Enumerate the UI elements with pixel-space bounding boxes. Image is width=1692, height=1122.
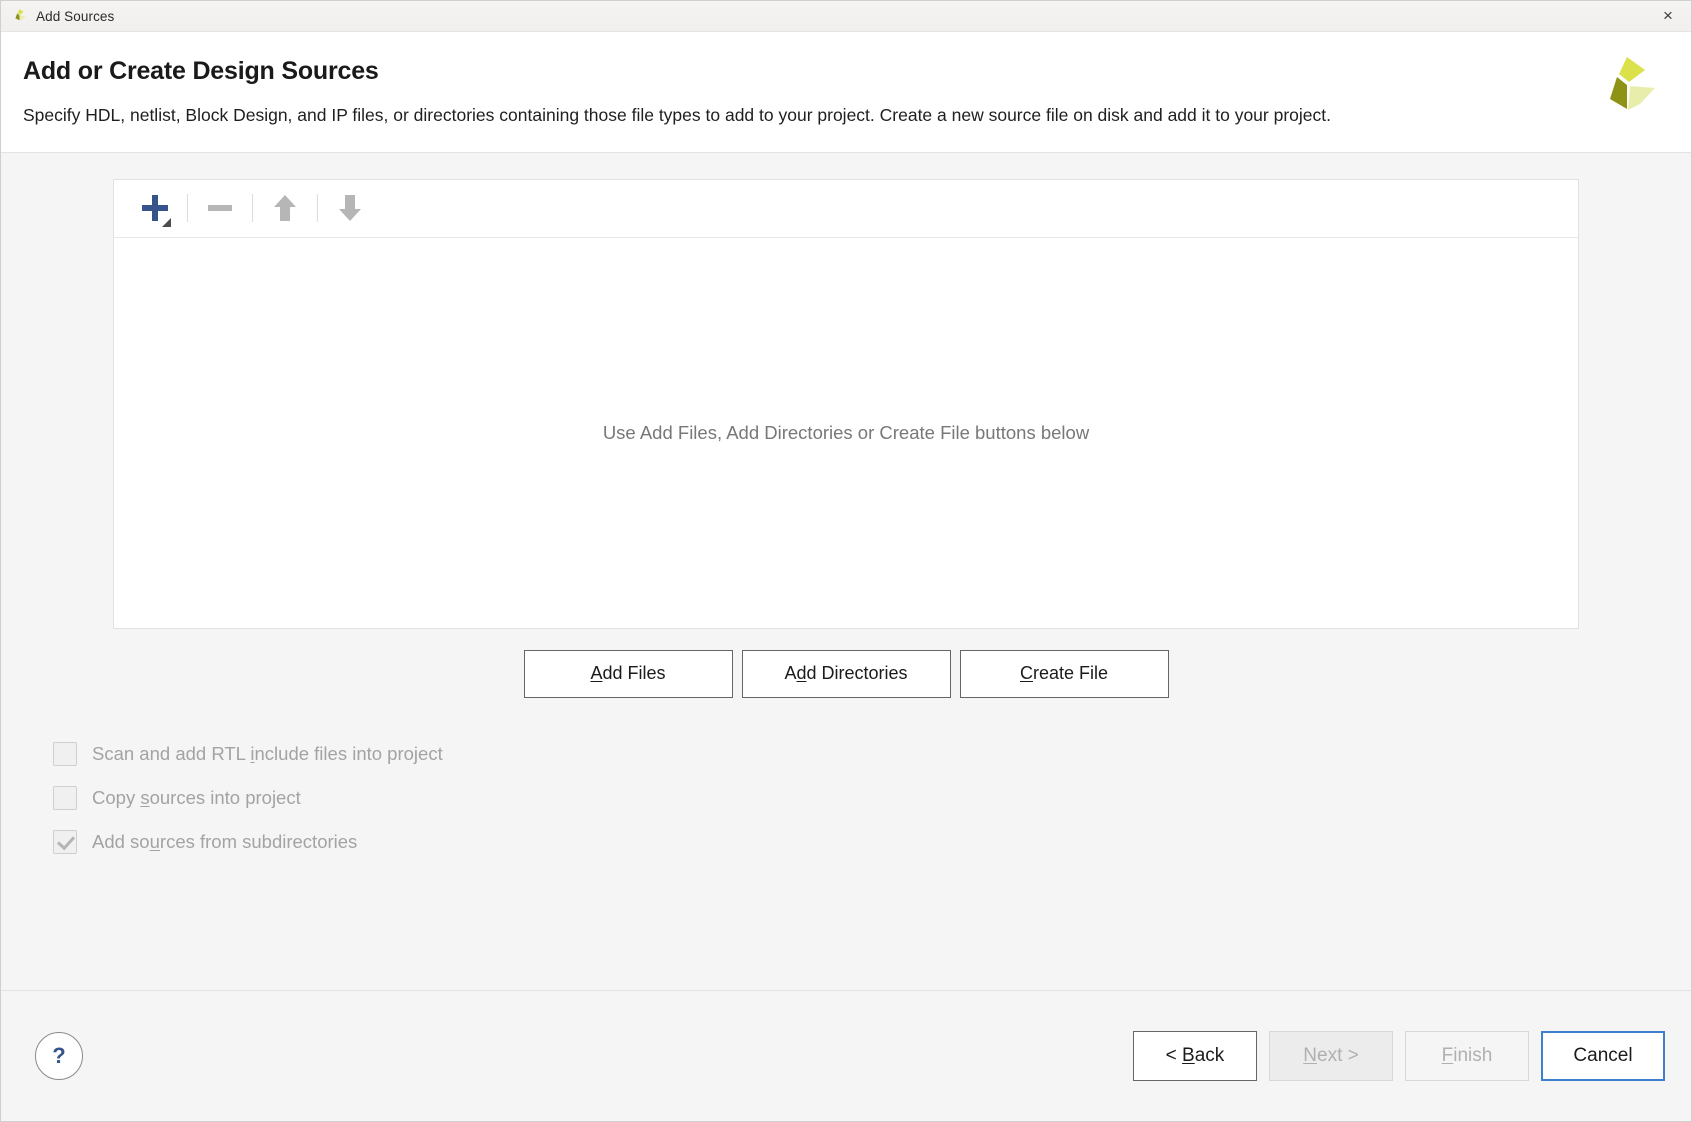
toolbar-divider xyxy=(187,194,188,222)
add-directories-button[interactable]: Add Directories xyxy=(742,650,951,698)
help-button[interactable]: ? xyxy=(35,1032,83,1080)
cancel-label: Cancel xyxy=(1573,1045,1632,1067)
option-scan-rtl-include-label: Scan and add RTL include files into proj… xyxy=(92,743,443,765)
toolbar-divider xyxy=(252,194,253,222)
add-sources-dialog: Add Sources × Add or Create Design Sourc… xyxy=(0,0,1692,1122)
create-file-button[interactable]: Create File xyxy=(960,650,1169,698)
add-files-label: Add Files xyxy=(590,663,665,684)
toolbar-divider xyxy=(317,194,318,222)
option-copy-sources[interactable]: Copy sources into project xyxy=(53,776,1691,820)
wizard-buttons: < Back Next > Finish Cancel xyxy=(1133,1031,1665,1081)
create-file-label: Create File xyxy=(1020,663,1108,684)
page-description: Specify HDL, netlist, Block Design, and … xyxy=(23,100,1503,130)
move-up-button[interactable] xyxy=(262,188,308,228)
finish-button: Finish xyxy=(1405,1031,1529,1081)
option-add-subdirectories-label: Add sources from subdirectories xyxy=(92,831,357,853)
checkbox-copy-sources[interactable] xyxy=(53,786,77,810)
add-files-button[interactable]: Add Files xyxy=(524,650,733,698)
title-bar: Add Sources × xyxy=(1,1,1691,32)
arrow-up-icon xyxy=(274,195,296,221)
option-copy-sources-label: Copy sources into project xyxy=(92,787,301,809)
close-icon[interactable]: × xyxy=(1645,1,1691,30)
back-button[interactable]: < Back xyxy=(1133,1031,1257,1081)
sources-panel: Use Add Files, Add Directories or Create… xyxy=(113,179,1579,629)
plus-icon xyxy=(141,194,169,222)
add-source-button[interactable] xyxy=(132,188,178,228)
option-scan-rtl-include[interactable]: Scan and add RTL include files into proj… xyxy=(53,732,1691,776)
checkbox-scan-rtl-include[interactable] xyxy=(53,742,77,766)
source-options: Scan and add RTL include files into proj… xyxy=(53,732,1691,864)
back-label: < Back xyxy=(1166,1045,1225,1067)
source-actions: Add Files Add Directories Create File xyxy=(1,650,1691,698)
move-down-button[interactable] xyxy=(327,188,373,228)
checkbox-add-subdirectories[interactable] xyxy=(53,830,77,854)
arrow-down-icon xyxy=(339,195,361,221)
dialog-footer: ? < Back Next > Finish Cancel xyxy=(1,990,1691,1121)
add-directories-label: Add Directories xyxy=(784,663,907,684)
cancel-button[interactable]: Cancel xyxy=(1541,1031,1665,1081)
dialog-header: Add or Create Design Sources Specify HDL… xyxy=(1,32,1691,153)
sources-toolbar xyxy=(114,180,1578,238)
window-title: Add Sources xyxy=(36,9,114,24)
dialog-body: Use Add Files, Add Directories or Create… xyxy=(1,153,1691,990)
next-button: Next > xyxy=(1269,1031,1393,1081)
caret-down-icon xyxy=(162,218,171,227)
option-add-subdirectories[interactable]: Add sources from subdirectories xyxy=(53,820,1691,864)
page-title: Add or Create Design Sources xyxy=(23,58,1657,86)
sources-list[interactable]: Use Add Files, Add Directories or Create… xyxy=(114,238,1578,628)
remove-source-button[interactable] xyxy=(197,188,243,228)
minus-icon xyxy=(208,205,232,211)
finish-label: Finish xyxy=(1442,1045,1493,1067)
next-label: Next > xyxy=(1303,1045,1358,1067)
xilinx-logo xyxy=(1595,54,1661,120)
xilinx-logo-icon xyxy=(11,8,28,25)
sources-empty-message: Use Add Files, Add Directories or Create… xyxy=(603,422,1089,444)
